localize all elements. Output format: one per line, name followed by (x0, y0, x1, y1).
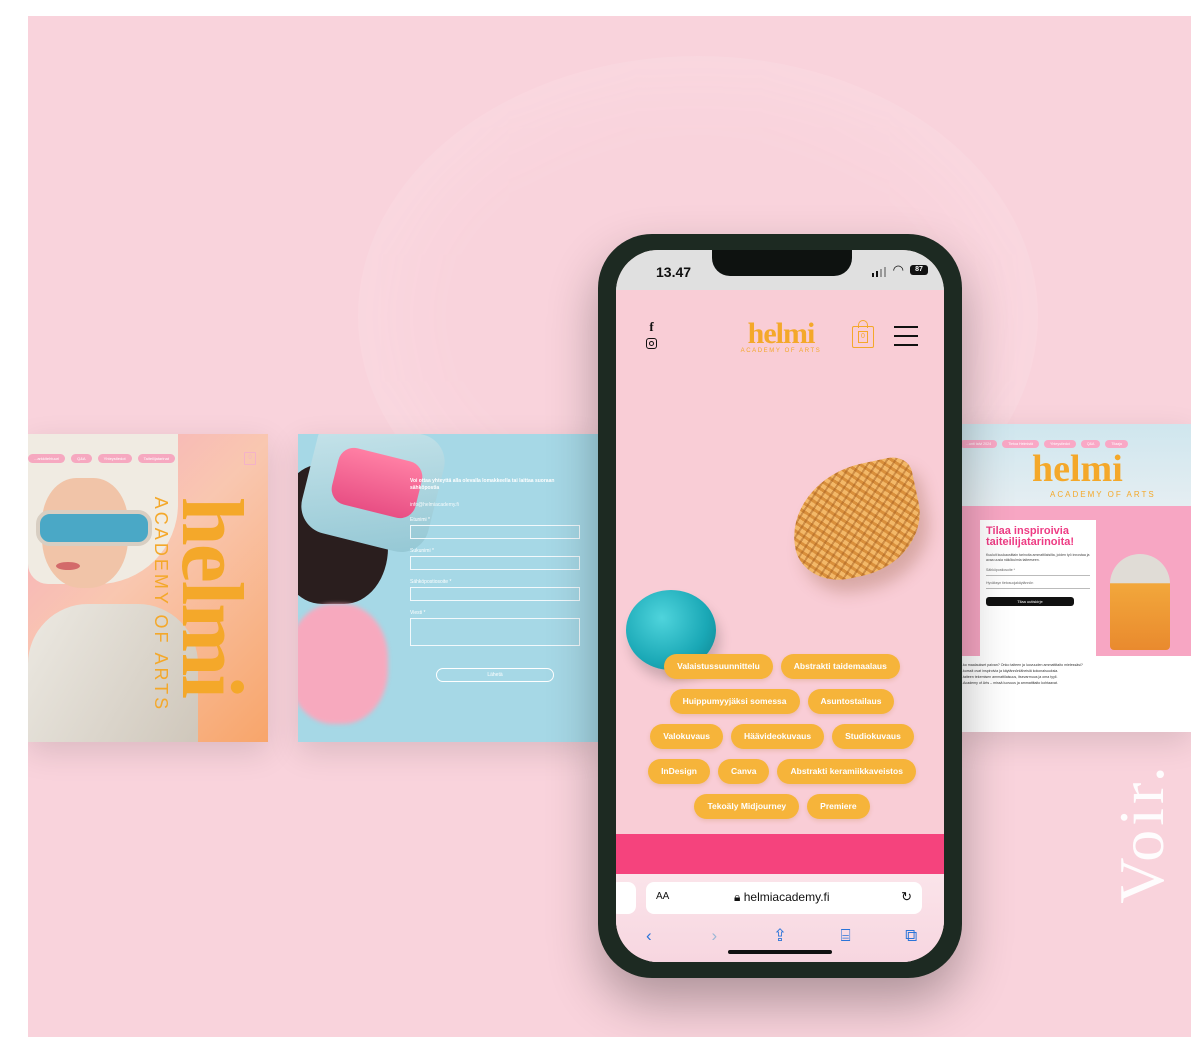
contact-form-mockup: Voi ottaa yhteyttä alla olevalla lomakke… (298, 434, 598, 742)
showcase-background: ...arkkitehtuuri Q&A Yhteystiedot Taitei… (28, 16, 1191, 1037)
body-copy: ...ko maalaukset paivan? Onko taiteen ja… (960, 662, 1188, 686)
copy-line: ...Academy of Arts – missä luovuus ja am… (960, 681, 1058, 685)
forward-icon[interactable]: › (699, 926, 729, 946)
back-icon[interactable]: ‹ (634, 926, 664, 946)
brand-subtitle: ACADEMY OF ARTS (1050, 490, 1156, 499)
left-website-mockup: ...arkkitehtuuri Q&A Yhteystiedot Taitei… (28, 434, 268, 742)
course-tag[interactable]: Tekoäly Midjourney (694, 794, 800, 819)
course-tag[interactable]: Valaistussuunnittelu (664, 654, 773, 679)
newsletter-mockup: ...unti talvi 2024 Tietoa Helmistä Yhtey… (960, 424, 1191, 732)
url-text: 🔒︎ helmiacademy.fi (734, 890, 830, 905)
first-name-field[interactable] (410, 525, 580, 539)
address-bar[interactable]: AA 🔒︎ helmiacademy.fi ↻ (646, 882, 922, 914)
nav-pill[interactable]: Yhteystiedot (97, 454, 132, 463)
tabs-icon[interactable]: ⧉ (896, 926, 926, 946)
tag-row: Huippumyyjäksi somessa Asuntostailaus (626, 689, 938, 714)
course-tag[interactable]: Abstrakti taidemaalaus (780, 654, 900, 679)
email-field[interactable] (410, 587, 580, 601)
url-value: helmiacademy.fi (743, 890, 830, 904)
tag-row: InDesign Canva Abstrakti keramiikkaveist… (626, 759, 938, 784)
left-card-nav: ...arkkitehtuuri Q&A Yhteystiedot Taitei… (28, 454, 175, 463)
privacy-consent[interactable]: Hyväksyn tietosuojakäytännön (986, 581, 1090, 589)
submit-button[interactable]: Lähetä (436, 668, 554, 682)
model-sunglasses (36, 510, 152, 546)
wifi-icon: ◠ (892, 262, 904, 277)
brand-wordmark: helmi (1032, 448, 1123, 490)
decorative-word: Voir. (1106, 762, 1177, 904)
course-tag[interactable]: Asuntostailaus (807, 689, 895, 714)
newsletter-box: Tilaa inspiroivia taiteilijatarinoita! K… (980, 520, 1096, 660)
brand-subtitle: ACADEMY OF ARTS (740, 348, 822, 354)
right-card-nav: ...unti talvi 2024 Tietoa Helmistä Yhtey… (960, 440, 1128, 448)
safari-toolbar: AA 🔒︎ helmiacademy.fi ↻ ‹ › ⇪ ⌸ ⧉ (616, 874, 944, 962)
tag-row: Valokuvaus Häävideokuvaus Studiokuvaus (626, 724, 938, 749)
iphone-mockup: 13.47 ◠ 87 f helmi ACADEMY OF ARTS 0 Val… (598, 234, 962, 978)
course-tag[interactable]: Studiokuvaus (832, 724, 914, 749)
course-tag[interactable]: Huippumyyjäksi somessa (669, 689, 800, 714)
site-logo[interactable]: helmi ACADEMY OF ARTS (736, 317, 826, 355)
camera-notch (712, 250, 852, 276)
phone-screen: 13.47 ◠ 87 f helmi ACADEMY OF ARTS 0 Val… (616, 250, 944, 962)
field-label: Viesti * (410, 610, 426, 616)
form-intro: Voi ottaa yhteyttä alla olevalla lomakke… (410, 478, 555, 491)
bookmarks-icon[interactable]: ⌸ (831, 926, 861, 946)
brand-subtitle: ACADEMY OF ARTS (150, 496, 171, 713)
model-lips (56, 562, 80, 570)
course-tag[interactable]: Canva (717, 759, 770, 784)
course-tag[interactable]: Abstrakti keramiikkaveistos (777, 759, 916, 784)
nav-pill[interactable]: Yhteystiedot (1044, 440, 1076, 448)
nav-pill[interactable]: Tilaaja (1105, 440, 1128, 448)
battery-icon: 87 (910, 265, 928, 275)
message-field[interactable] (410, 618, 580, 646)
cart-icon[interactable]: 0 (244, 452, 256, 465)
previous-tab-edge[interactable] (616, 882, 636, 914)
dancing-woman-figure (1110, 554, 1170, 650)
status-time: 13.47 (656, 264, 692, 280)
pink-footer-band (616, 834, 944, 874)
nav-pill[interactable]: Q&A (1080, 440, 1101, 448)
brand-wordmark: helmi (162, 496, 260, 698)
nav-pill[interactable]: ...arkkitehtuuri (28, 454, 66, 463)
contact-email[interactable]: info@helmiacademy.fi (410, 502, 580, 508)
brand-logo: helmi ACADEMY OF ARTS (150, 496, 260, 713)
nav-pill[interactable]: Q&A (71, 454, 92, 463)
signal-icon (871, 267, 886, 277)
lock-icon: 🔒︎ (734, 890, 744, 904)
nav-pill[interactable]: Taiteilijatarinat (137, 454, 175, 463)
tag-row: Valaistussuunnittelu Abstrakti taidemaal… (626, 654, 938, 679)
nav-pill[interactable]: Tietoa Helmistä (1002, 440, 1040, 448)
instagram-icon[interactable] (646, 338, 657, 349)
newsletter-headline: Tilaa inspiroivia taiteilijatarinoita! (986, 525, 1075, 548)
field-label: Sähköpostiosoite * (410, 579, 452, 585)
brand-wordmark: helmi (747, 317, 816, 350)
newsletter-body: Kuuluit kuukausittain tarinoita ammattil… (986, 553, 1090, 562)
course-tag[interactable]: Häävideokuvaus (730, 724, 825, 749)
nav-pill[interactable]: ...unti talvi 2024 (960, 440, 998, 448)
text-size-button[interactable]: AA (656, 891, 669, 902)
newsletter-email-input[interactable]: Sähköpostiosoite * (986, 568, 1090, 576)
course-tags: Valaistussuunnittelu Abstrakti taidemaal… (626, 654, 938, 829)
reload-icon[interactable]: ↻ (901, 889, 912, 905)
social-links: f (646, 318, 657, 349)
facebook-icon[interactable]: f (646, 318, 657, 335)
course-tag[interactable]: Premiere (807, 794, 870, 819)
share-icon[interactable]: ⇪ (765, 926, 795, 946)
cart-icon[interactable]: 0 (852, 320, 874, 348)
cart-count: 0 (858, 331, 868, 343)
field-label: Etunimi * (410, 517, 431, 523)
browser-nav-bar: ‹ › ⇪ ⌸ ⧉ (616, 926, 944, 946)
hamburger-menu-icon[interactable] (894, 326, 918, 346)
last-name-field[interactable] (410, 556, 580, 570)
course-tag[interactable]: InDesign (648, 759, 710, 784)
course-tag[interactable]: Valokuvaus (650, 724, 723, 749)
field-label: Sukunimi * (410, 548, 434, 554)
home-indicator[interactable] (728, 950, 832, 954)
tag-row: Tekoäly Midjourney Premiere (626, 794, 938, 819)
subscribe-button[interactable]: Tilaa uutiskirje (986, 597, 1074, 606)
status-bar: 13.47 ◠ 87 (616, 250, 944, 290)
contact-form: Voi ottaa yhteyttä alla olevalla lomakke… (410, 478, 580, 682)
pink-fluffy-jacket (298, 604, 388, 724)
